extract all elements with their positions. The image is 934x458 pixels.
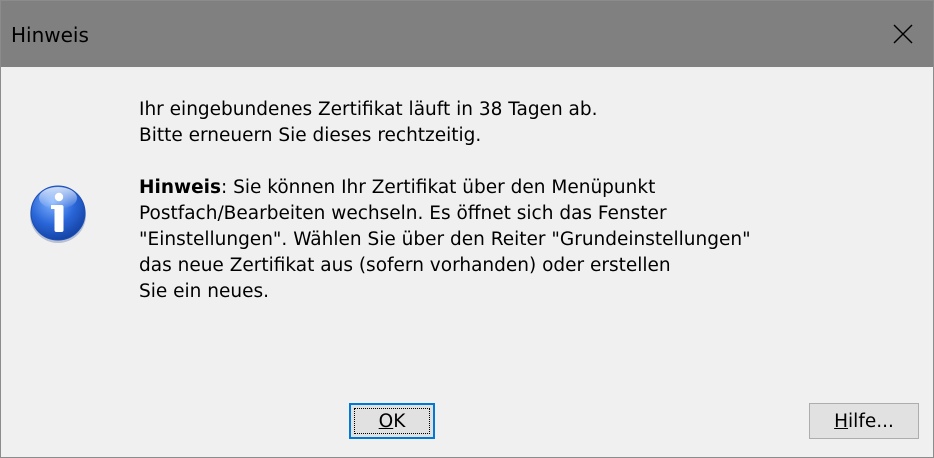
close-icon [893,24,913,44]
help-mnemonic: H [834,410,849,432]
info-icon [30,185,86,243]
help-label-rest: ilfe... [848,410,894,432]
message-text: Ihr eingebundenes Zertifikat läuft in 38… [139,97,919,305]
message-line-1: Ihr eingebundenes Zertifikat läuft in 38… [139,99,598,120]
title-bar[interactable]: Hinweis [1,1,933,67]
dialog-window: Hinweis Ihr eingebundenes Zertifikat läu… [0,0,934,458]
help-button-label: Hilfe... [834,411,894,432]
hint-line-4: das neue Zertifikat aus (sofern vorhande… [139,255,671,276]
message-line-2: Bitte erneuern Sie dieses rechtzeitig. [139,125,482,146]
hint-line-1: Hinweis: Sie können Ihr Zertifikat über … [139,175,919,201]
focus-ring [354,408,430,434]
hint-line-1-text: : Sie können Ihr Zertifikat über den Men… [221,177,656,198]
close-button[interactable] [873,1,933,67]
hint-line-2: Postfach/Bearbeiten wechseln. Es öffnet … [139,203,667,224]
help-button[interactable]: Hilfe... [809,403,919,439]
hint-line-5: Sie ein neues. [139,281,270,302]
window-title: Hinweis [11,23,89,47]
ok-button[interactable]: OK [349,403,435,439]
hint-label: Hinweis [139,177,221,198]
hint-line-3: "Einstellungen". Wählen Sie über den Rei… [139,229,751,250]
